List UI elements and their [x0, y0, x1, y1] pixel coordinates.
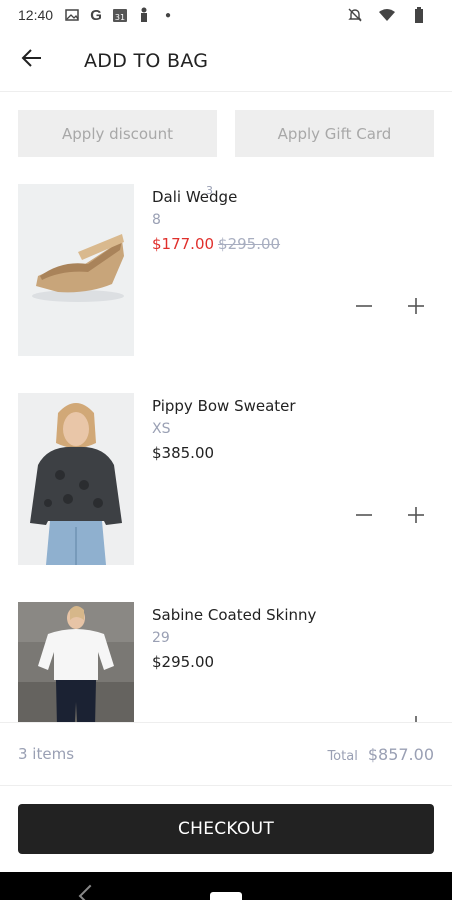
decrease-quantity-button[interactable]: [350, 710, 378, 722]
total-value: $857.00: [367, 744, 434, 764]
minus-icon: [356, 305, 372, 307]
product-name[interactable]: Dali Wedge: [152, 188, 237, 206]
wifi-icon: [378, 6, 396, 24]
sale-price: $177.00: [152, 235, 215, 253]
increase-quantity-button[interactable]: [402, 710, 430, 722]
system-nav-bar: [0, 872, 452, 900]
plus-icon: [408, 298, 424, 314]
apply-gift-card-button[interactable]: Apply Gift Card: [235, 110, 434, 157]
quantity-stepper: [350, 292, 430, 320]
product-price: $385.00: [152, 444, 214, 462]
plus-icon: [408, 507, 424, 523]
bag-actions: Apply discount Apply Gift Card: [18, 110, 434, 157]
items-count: 3 items: [18, 745, 75, 763]
bag-summary: 3 items Total $857.00: [0, 722, 452, 786]
total-label: Total: [327, 748, 358, 764]
total: Total $857.00: [327, 745, 434, 764]
product-size: 8: [152, 212, 161, 228]
product-price: $177.00 $295.00: [152, 235, 280, 253]
regular-price: $385.00: [152, 444, 215, 462]
product-size: XS: [152, 421, 171, 437]
product-size: 29: [152, 630, 170, 646]
original-price: $295.00: [218, 235, 281, 253]
nav-home-icon[interactable]: [210, 892, 242, 900]
minus-icon: [355, 715, 373, 722]
dot-icon: ●: [165, 9, 172, 21]
product-image-wedge[interactable]: [18, 184, 134, 356]
decrease-quantity-button[interactable]: [350, 292, 378, 320]
svg-text:31: 31: [115, 13, 125, 22]
plus-icon: [415, 716, 417, 722]
item-count-overlay: 3: [206, 184, 213, 197]
product-name[interactable]: Pippy Bow Sweater: [152, 397, 296, 415]
image-icon: [63, 6, 81, 24]
page-title: ADD TO BAG: [84, 49, 209, 72]
figure-icon: [135, 6, 153, 24]
status-time: 12:40: [18, 7, 54, 23]
app-header: ADD TO BAG: [0, 30, 452, 92]
google-icon: G: [90, 6, 102, 24]
product-list: Dali Wedge 3 8 $177.00 $295.00 Pippy Bow…: [0, 184, 452, 722]
increase-quantity-button[interactable]: [402, 501, 430, 529]
product-image-sweater[interactable]: [18, 393, 134, 565]
arrow-left-icon: [21, 47, 43, 74]
product-name[interactable]: Sabine Coated Skinny: [152, 606, 316, 624]
quantity-stepper: [350, 710, 430, 722]
back-button[interactable]: [0, 30, 64, 92]
status-bar: 12:40 G 31 ●: [0, 0, 452, 30]
product-image-skinny[interactable]: [18, 602, 134, 722]
regular-price: $295.00: [152, 653, 215, 671]
increase-quantity-button[interactable]: [402, 292, 430, 320]
notifications-off-icon: [346, 6, 364, 24]
list-item: Pippy Bow Sweater XS $385.00: [0, 393, 452, 565]
minus-icon: [356, 514, 372, 516]
list-item: Dali Wedge 3 8 $177.00 $295.00: [0, 184, 452, 356]
product-price: $295.00: [152, 653, 214, 671]
list-item: Sabine Coated Skinny 29 $295.00: [0, 602, 452, 722]
decrease-quantity-button[interactable]: [350, 501, 378, 529]
calendar-icon: 31: [111, 6, 129, 24]
battery-icon: [410, 6, 428, 24]
apply-discount-button[interactable]: Apply discount: [18, 110, 217, 157]
quantity-stepper: [350, 501, 430, 529]
checkout-button[interactable]: CHECKOUT: [18, 804, 434, 854]
nav-back-icon[interactable]: [78, 884, 102, 900]
